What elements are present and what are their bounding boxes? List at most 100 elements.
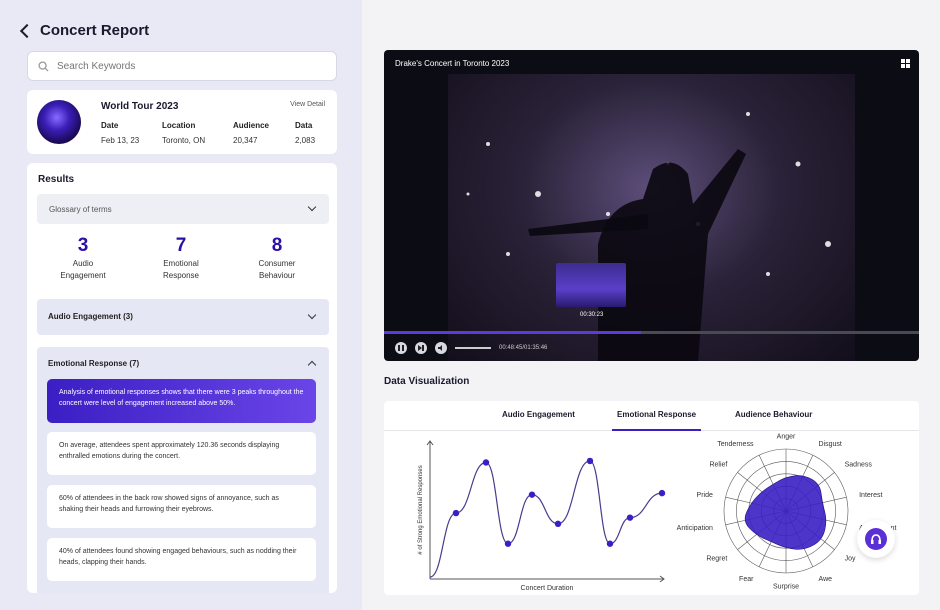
tab-emotional-response[interactable]: Emotional Response: [612, 410, 702, 431]
audio-engagement-accordion[interactable]: Audio Engagement (3): [37, 299, 329, 335]
stat-label: Audio: [72, 259, 94, 268]
data-point: [606, 540, 614, 547]
stat-label: Engagement: [60, 271, 106, 280]
emotional-response-accordion[interactable]: Emotional Response (7) Analysis of emoti…: [37, 347, 329, 593]
radar-label: Regret: [706, 555, 727, 562]
skip-icon[interactable]: [415, 342, 427, 354]
concert-video-frame: [448, 74, 855, 361]
concert-scene-image: [466, 112, 831, 361]
radar-label: Interest: [859, 492, 882, 499]
view-detail-link[interactable]: View Detail: [290, 101, 325, 108]
glossary-label: Glossary of terms: [49, 204, 112, 214]
data-point: [504, 540, 512, 547]
insight-card[interactable]: 40% of attendees found showing engaged b…: [47, 538, 316, 581]
glossary-dropdown[interactable]: Glossary of terms: [37, 194, 329, 224]
pause-icon[interactable]: [395, 342, 407, 354]
stat-audio: 3 Audio Engagement: [38, 235, 128, 281]
field-label: Audience: [233, 121, 270, 130]
seek-preview-thumbnail: [556, 263, 626, 307]
radar-chart: AngerDisgustSadnessInterestAmusementJoyA…: [677, 434, 897, 591]
stat-label: Consumer: [258, 259, 296, 268]
accordion-label: Audio Engagement (3): [48, 312, 133, 321]
video-player[interactable]: Drake's Concert in Toronto 2023 00:30:23…: [384, 50, 919, 361]
data-point: [586, 457, 594, 465]
chevron-down-icon: [307, 310, 317, 320]
data-point: [482, 459, 490, 466]
results-panel: Results Glossary of terms 3 Audio Engage…: [27, 163, 337, 593]
accordion-label: Emotional Response (7): [48, 359, 140, 368]
left-panel: Concert Report World Tour 2023 View Deta…: [0, 0, 362, 610]
tour-card: World Tour 2023 View Detail Date Feb 13, …: [27, 90, 337, 154]
data-viz-title: Data Visualization: [384, 376, 470, 387]
radar-label: Relief: [709, 462, 727, 469]
insight-card[interactable]: Analysis of emotional responses shows th…: [47, 379, 316, 423]
tour-date: Date Feb 13, 23: [101, 121, 139, 145]
video-progress-bar[interactable]: [384, 331, 919, 334]
stat-emotional: 7 Emotional Response: [136, 235, 226, 281]
radar-label: Anticipation: [677, 525, 713, 532]
data-viz-tabs: Audio Engagement Emotional Response Audi…: [384, 401, 919, 431]
field-value: 2,083: [295, 136, 316, 145]
search-bar[interactable]: [27, 51, 337, 81]
header: Concert Report: [19, 22, 150, 39]
radar-label: Sadness: [845, 462, 873, 469]
field-label: Location: [162, 121, 196, 130]
insight-card[interactable]: On average, attendees spent approximatel…: [47, 432, 316, 475]
video-title: Drake's Concert in Toronto 2023: [395, 59, 510, 68]
headset-icon: [865, 528, 887, 550]
data-point: [626, 514, 634, 521]
tab-audio-engagement[interactable]: Audio Engagement: [502, 410, 575, 431]
stat-label: Response: [162, 271, 200, 280]
search-icon: [38, 60, 49, 72]
field-value: Feb 13, 23: [101, 136, 140, 145]
video-controls: 00:48:45/01:35:46: [395, 342, 547, 354]
search-input[interactable]: [57, 60, 307, 72]
tab-audience-behaviour[interactable]: Audience Behaviour: [735, 410, 812, 431]
radar-label: Anger: [777, 434, 796, 441]
data-point: [554, 520, 562, 527]
data-point: [452, 509, 460, 517]
stat-number: 8: [271, 235, 283, 256]
volume-icon[interactable]: [435, 342, 447, 354]
radar-label: Fear: [739, 576, 754, 583]
assistant-button[interactable]: [857, 520, 895, 558]
video-time: 00:48:45/01:35:46: [499, 345, 548, 351]
radar-label: Surprise: [773, 584, 799, 591]
radar-label: Tenderness: [717, 441, 754, 448]
tour-thumbnail: [37, 100, 81, 144]
radar-area: [744, 475, 827, 550]
field-value: Toronto, ON: [162, 136, 206, 145]
stat-number: 7: [175, 235, 187, 256]
stat-label: Behaviour: [258, 271, 296, 280]
line-chart: Concert Duration # of Strong Emotional Re…: [418, 440, 666, 592]
field-label: Date: [101, 121, 119, 130]
data-point: [658, 489, 666, 497]
data-viz-card: Audio Engagement Emotional Response Audi…: [384, 401, 919, 595]
field-value: 20,347: [233, 136, 258, 145]
tour-audience: Audience 20,347: [233, 121, 269, 145]
radar-label: Joy: [845, 555, 856, 562]
stat-label: Emotional: [163, 259, 199, 268]
page-title: Concert Report: [40, 22, 150, 39]
tour-data: Data 2,083: [295, 121, 315, 145]
chevron-up-icon: [307, 360, 317, 370]
x-axis-label: Concert Duration: [521, 585, 574, 592]
radar-label: Disgust: [819, 441, 842, 448]
tour-location: Location Toronto, ON: [162, 121, 205, 145]
field-label: Data: [295, 121, 313, 130]
results-title: Results: [38, 174, 75, 185]
back-arrow-icon[interactable]: [19, 23, 35, 39]
chevron-down-icon: [307, 202, 317, 212]
tour-name: World Tour 2023: [101, 101, 179, 112]
progress-fill: [384, 331, 641, 334]
grid-icon[interactable]: [901, 59, 910, 68]
radar-label: Pride: [697, 492, 713, 499]
stat-number: 3: [77, 235, 89, 256]
data-point: [528, 491, 536, 498]
stat-consumer: 8 Consumer Behaviour: [232, 235, 322, 281]
radar-label: Awe: [819, 576, 833, 583]
insight-card[interactable]: 60% of attendees in the back row showed …: [47, 485, 316, 528]
seek-preview-time: 00:30:23: [580, 312, 604, 318]
y-axis-label: # of Strong Emotional Responses: [418, 465, 424, 554]
volume-slider[interactable]: [455, 347, 491, 349]
